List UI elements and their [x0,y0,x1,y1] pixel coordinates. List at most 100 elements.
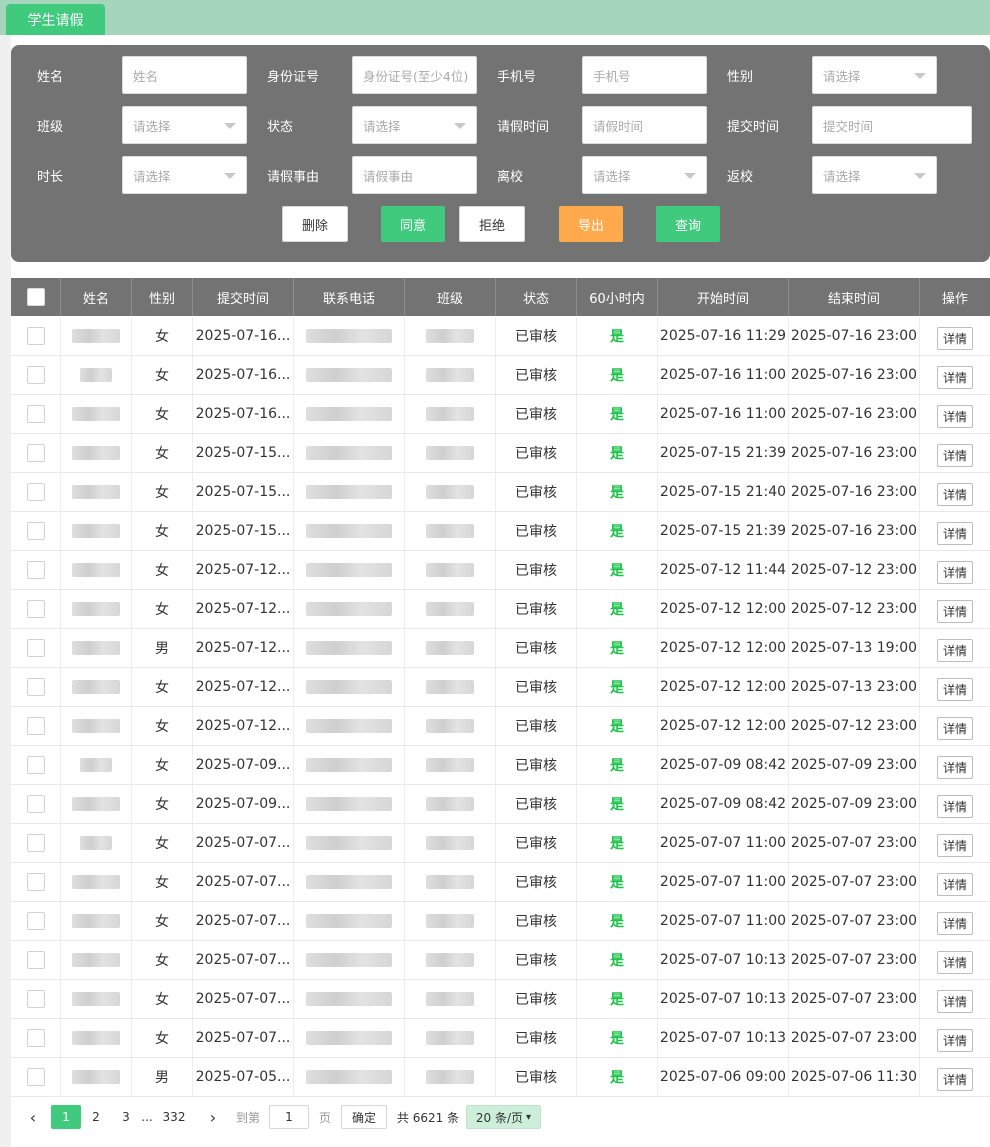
approve-button[interactable]: 同意 [381,206,445,242]
row-select-cell [11,863,61,901]
page-3-button[interactable]: 3 [113,1105,139,1129]
detail-button[interactable]: 详情 [936,404,973,428]
detail-button[interactable]: 详情 [936,560,973,584]
status-select[interactable]: 请选择 [352,106,477,144]
row-checkbox[interactable] [26,990,45,1008]
select-all-checkbox[interactable] [26,288,45,306]
row-checkbox[interactable] [26,405,45,423]
row-checkbox[interactable] [26,327,45,345]
table-row[interactable]: 女 2025-07-07... 已审核是 2025-07-07 10:13 2025-0… [11,941,990,980]
query-button[interactable]: 查询 [656,206,720,242]
goto-confirm-button[interactable]: 确定 [341,1105,387,1129]
row-checkbox[interactable] [26,912,45,930]
table-row[interactable]: 女 2025-07-15... 已审核是 2025-07-15 21:39 2025-0… [11,512,990,551]
leave-time-input[interactable]: 请假时间 [582,106,707,144]
gender-cell: 女 [132,824,193,862]
export-button[interactable]: 导出 [559,206,623,242]
table-row[interactable]: 女 2025-07-07... 已审核是 2025-07-07 10:13 2025-0… [11,1019,990,1058]
reject-button[interactable]: 拒绝 [459,206,525,242]
row-checkbox[interactable] [26,834,45,852]
detail-button[interactable]: 详情 [936,833,973,857]
detail-button[interactable]: 详情 [936,1067,973,1091]
row-checkbox[interactable] [26,678,45,696]
table-row[interactable]: 女 2025-07-09... 已审核是 2025-07-09 08:42 2025-0… [11,746,990,785]
detail-button[interactable]: 详情 [936,599,973,623]
submit-time-input[interactable]: 提交时间 [812,106,972,144]
delete-button[interactable]: 删除 [282,206,348,242]
return-school-select-value: 请选择 [823,168,861,184]
return-school-select[interactable]: 请选择 [812,156,937,194]
table-row[interactable]: 男 2025-07-05... 已审核是 2025-07-06 09:00 2025-0… [11,1058,990,1097]
row-checkbox[interactable] [26,639,45,657]
table-row[interactable]: 女 2025-07-15... 已审核是 2025-07-15 21:40 2025-0… [11,473,990,512]
table-row[interactable]: 女 2025-07-16... 已审核是 2025-07-16 11:29 2025-0… [11,317,990,356]
goto-page-input[interactable]: 1 [269,1105,309,1129]
row-checkbox[interactable] [26,795,45,813]
row-select-cell [11,785,61,823]
table-row[interactable]: 女 2025-07-07... 已审核是 2025-07-07 11:00 2025-0… [11,863,990,902]
table-row[interactable]: 女 2025-07-12... 已审核是 2025-07-12 12:00 2025-0… [11,707,990,746]
table-row[interactable]: 女 2025-07-07... 已审核是 2025-07-07 10:13 2025-0… [11,980,990,1019]
row-checkbox[interactable] [26,717,45,735]
page-1-button[interactable]: 1 [51,1105,81,1129]
detail-button[interactable]: 详情 [936,326,973,350]
gender-select[interactable]: 请选择 [812,56,937,94]
table-row[interactable]: 女 2025-07-09... 已审核是 2025-07-09 08:42 2025-0… [11,785,990,824]
detail-button[interactable]: 详情 [936,872,973,896]
duration-select[interactable]: 请选择 [122,156,247,194]
detail-button[interactable]: 详情 [936,716,973,740]
class-cell [405,668,496,706]
phone-input[interactable]: 手机号 [582,56,707,94]
redacted-class [426,758,474,772]
row-checkbox[interactable] [26,873,45,891]
detail-button[interactable]: 详情 [936,638,973,662]
next-page-button[interactable]: › [203,1105,223,1129]
row-checkbox[interactable] [26,522,45,540]
row-checkbox[interactable] [26,366,45,384]
row-checkbox[interactable] [26,483,45,501]
status-cell: 已审核 [496,668,577,706]
class-select[interactable]: 请选择 [122,106,247,144]
detail-button[interactable]: 详情 [936,794,973,818]
tab-student-leave[interactable]: 学生请假 [6,4,105,35]
page-last-button[interactable]: 332 [159,1105,189,1129]
row-checkbox[interactable] [26,561,45,579]
page-size-select[interactable]: 20 条/页 ▾ [466,1105,541,1129]
detail-button[interactable]: 详情 [936,521,973,545]
detail-button[interactable]: 详情 [936,677,973,701]
table-row[interactable]: 女 2025-07-07... 已审核是 2025-07-07 11:00 2025-0… [11,902,990,941]
detail-button[interactable]: 详情 [936,1028,973,1052]
row-checkbox[interactable] [26,951,45,969]
redacted-phone [306,641,392,655]
redacted-name [72,329,120,343]
idcard-input[interactable]: 身份证号(至少4位) [352,56,477,94]
detail-button[interactable]: 详情 [936,911,973,935]
table-row[interactable]: 女 2025-07-07... 已审核是 2025-07-07 11:00 2025-0… [11,824,990,863]
name-input[interactable]: 姓名 [122,56,247,94]
row-checkbox[interactable] [26,600,45,618]
table-row[interactable]: 女 2025-07-16... 已审核是 2025-07-16 11:00 2025-0… [11,356,990,395]
row-checkbox[interactable] [26,1068,45,1086]
table-row[interactable]: 女 2025-07-15... 已审核是 2025-07-15 21:39 2025-0… [11,434,990,473]
page-2-button[interactable]: 2 [83,1105,109,1129]
table-row[interactable]: 男 2025-07-12... 已审核是 2025-07-12 12:00 2025-0… [11,629,990,668]
row-checkbox[interactable] [26,756,45,774]
detail-button[interactable]: 详情 [936,482,973,506]
reason-input[interactable]: 请假事由 [352,156,477,194]
detail-button[interactable]: 详情 [936,755,973,779]
table-row[interactable]: 女 2025-07-12... 已审核是 2025-07-12 12:00 2025-0… [11,668,990,707]
table-row[interactable]: 女 2025-07-16... 已审核是 2025-07-16 11:00 2025-0… [11,395,990,434]
table-row[interactable]: 女 2025-07-12... 已审核是 2025-07-12 11:44 2025-0… [11,551,990,590]
detail-button[interactable]: 详情 [936,365,973,389]
detail-button[interactable]: 详情 [936,950,973,974]
table-row[interactable]: 女 2025-07-12... 已审核是 2025-07-12 12:00 2025-0… [11,590,990,629]
leave-school-select[interactable]: 请选择 [582,156,707,194]
detail-button[interactable]: 详情 [936,989,973,1013]
gender-cell: 女 [132,785,193,823]
row-select-cell [11,395,61,433]
row-checkbox[interactable] [26,444,45,462]
start-time-cell: 2025-07-07 11:00 [658,902,789,940]
prev-page-button[interactable]: ‹ [23,1105,43,1129]
row-checkbox[interactable] [26,1029,45,1047]
detail-button[interactable]: 详情 [936,443,973,467]
